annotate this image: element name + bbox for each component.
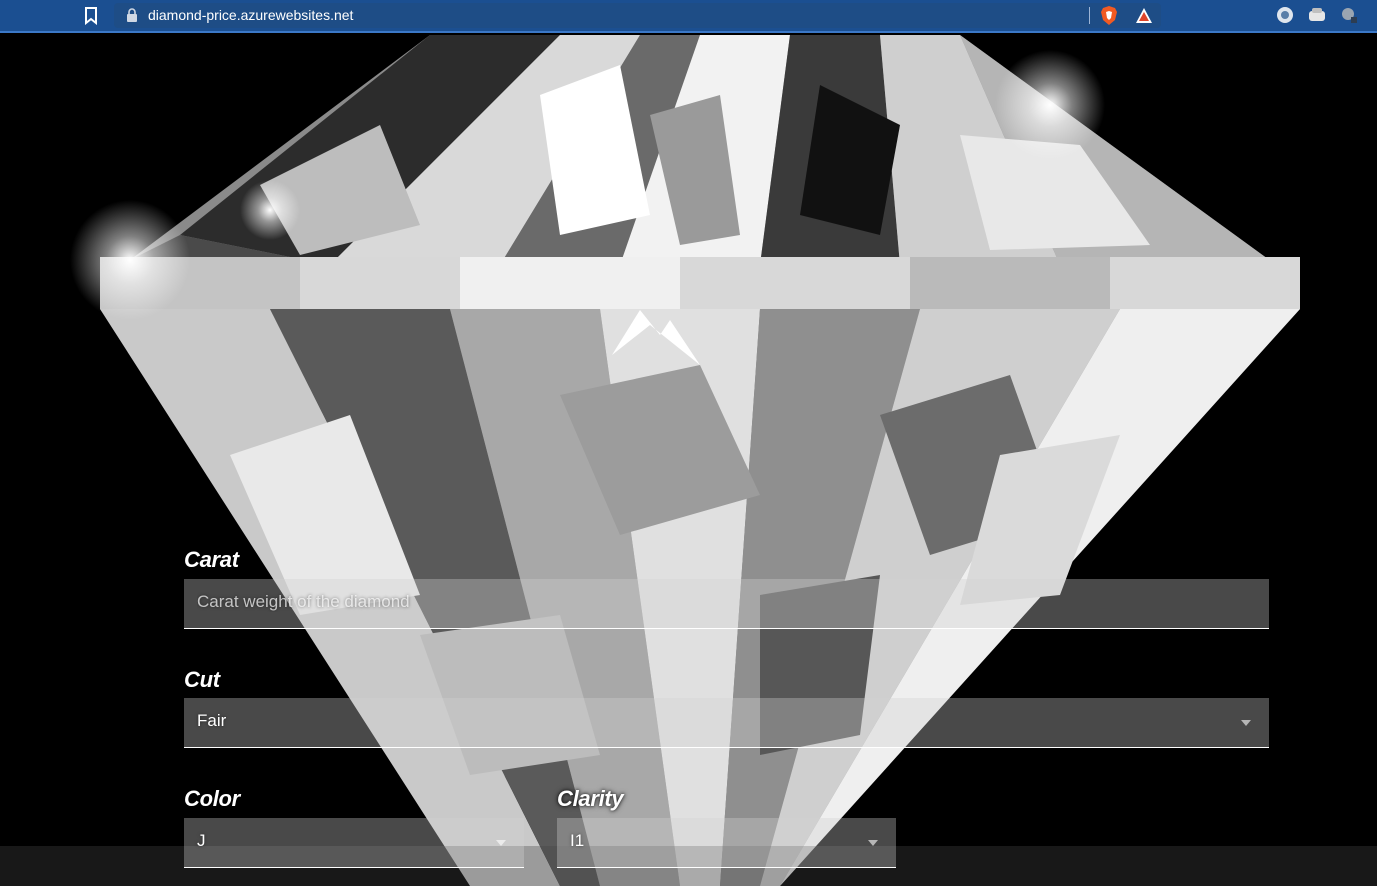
color-select[interactable]: J: [184, 818, 524, 868]
browser-toolbar: diamond-price.azurewebsites.net: [0, 0, 1377, 33]
extension-icon[interactable]: [1308, 6, 1326, 24]
address-bar-divider: [1089, 7, 1090, 24]
carat-label: Carat: [184, 547, 239, 572]
brave-shield-icon[interactable]: [1100, 6, 1118, 25]
extension-icon[interactable]: [1340, 6, 1358, 24]
chevron-down-icon: [868, 840, 878, 846]
chevron-down-icon: [496, 840, 506, 846]
address-bar[interactable]: diamond-price.azurewebsites.net: [114, 3, 1161, 28]
clarity-label: Clarity: [557, 786, 624, 811]
color-label: Color: [184, 786, 240, 811]
cut-select[interactable]: Fair: [184, 698, 1269, 748]
carat-field[interactable]: [184, 579, 1269, 629]
bookmark-icon[interactable]: [84, 7, 98, 25]
diamond-illustration: [0, 35, 1377, 886]
clarity-select[interactable]: I1: [557, 818, 896, 868]
clarity-select-value: I1: [570, 831, 585, 850]
cut-label: Cut: [184, 667, 220, 692]
brave-rewards-icon[interactable]: [1135, 7, 1153, 24]
extension-icon[interactable]: [1276, 6, 1294, 24]
color-select-value: J: [197, 831, 206, 850]
lock-icon: [127, 8, 137, 22]
chevron-down-icon: [1241, 720, 1251, 726]
url-text[interactable]: diamond-price.azurewebsites.net: [148, 7, 353, 23]
cut-select-value: Fair: [197, 711, 227, 730]
carat-input[interactable]: [197, 592, 1174, 612]
